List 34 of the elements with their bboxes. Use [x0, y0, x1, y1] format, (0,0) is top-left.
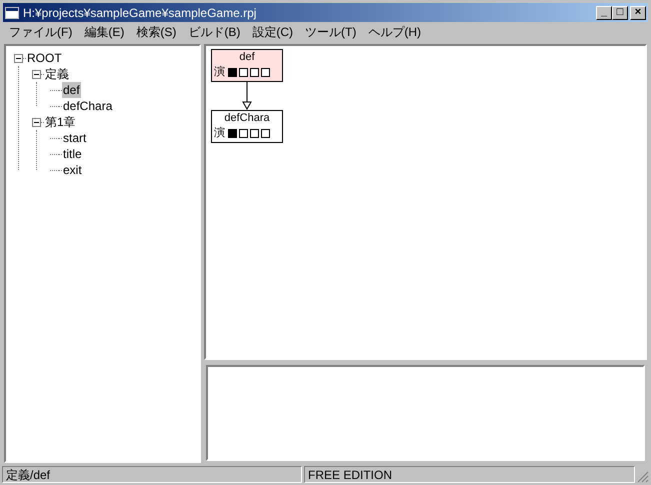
menu-item[interactable]: 編集(E) — [78, 23, 130, 41]
menu-item[interactable]: 設定(C) — [246, 23, 299, 41]
status-text: FREE EDITION — [304, 466, 635, 483]
tree-item[interactable]: start — [62, 130, 88, 146]
close-button[interactable]: × — [630, 6, 646, 20]
tree-item[interactable]: defChara — [62, 98, 114, 114]
menu-item[interactable]: ヘルプ(H) — [362, 23, 427, 41]
tree-item[interactable]: title — [62, 146, 83, 162]
menu-item[interactable]: ファイル(F) — [3, 23, 78, 41]
node-tag: 演 — [214, 126, 225, 140]
collapse-toggle-icon[interactable] — [32, 118, 41, 126]
tree-item[interactable]: 第1章 — [44, 114, 77, 130]
tree-item[interactable]: def — [62, 82, 81, 98]
menu-item[interactable]: ツール(T) — [299, 23, 362, 41]
menu-item[interactable]: 検索(S) — [130, 23, 182, 41]
node-tag: 演 — [214, 65, 225, 79]
tree-item[interactable]: ROOT — [26, 50, 63, 66]
node-title: defChara — [224, 111, 270, 126]
graph-node[interactable]: defChara 演 — [211, 110, 283, 143]
menu-item[interactable]: ビルド(B) — [182, 23, 246, 41]
arrow-icon — [242, 82, 252, 110]
window-title: H:¥projects¥sampleGame¥sampleGame.rpj — [23, 4, 256, 22]
minimize-button[interactable]: _ — [596, 6, 612, 20]
window-icon — [5, 6, 19, 18]
status-text: 定義/def — [2, 466, 302, 483]
collapse-toggle-icon[interactable] — [32, 70, 41, 78]
maximize-button[interactable]: □ — [612, 6, 628, 20]
collapse-toggle-icon[interactable] — [14, 54, 23, 62]
resize-grip-icon — [637, 471, 649, 483]
node-title: def — [239, 50, 255, 65]
graph-node[interactable]: def 演 — [211, 49, 283, 82]
output-area[interactable] — [206, 365, 645, 461]
tree-item[interactable]: exit — [62, 162, 83, 178]
tree-item[interactable]: 定義 — [44, 66, 70, 82]
